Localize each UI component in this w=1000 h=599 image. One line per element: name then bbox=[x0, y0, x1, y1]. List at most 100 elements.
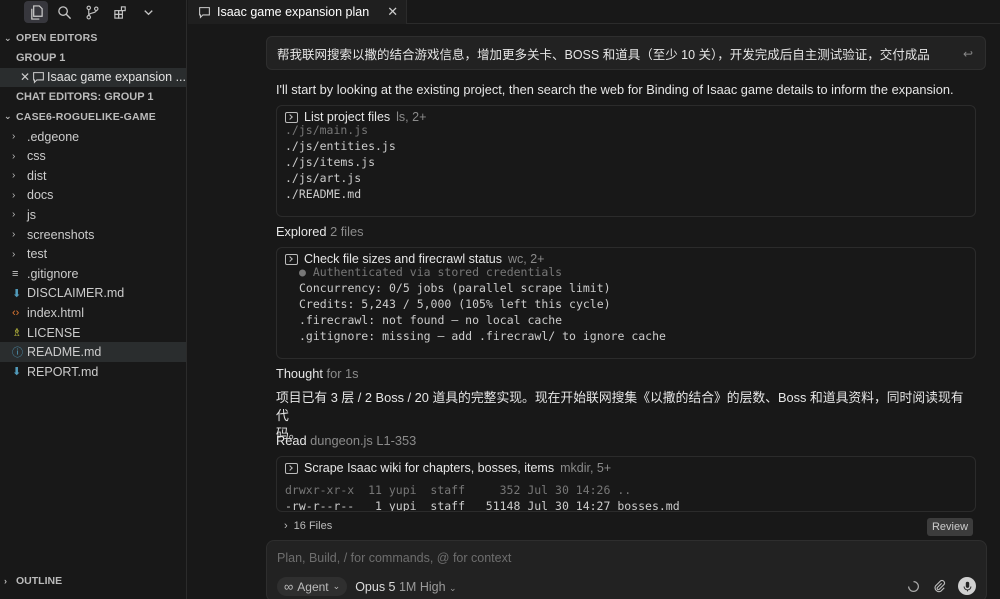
tree-item-label: .edgeone bbox=[27, 129, 80, 144]
chevron-right-icon: › bbox=[284, 520, 288, 532]
editor-group-label: GROUP 1 bbox=[16, 51, 66, 64]
chevron-down-icon: ⌄ bbox=[449, 582, 457, 593]
tree-item-label: js bbox=[27, 207, 37, 222]
tree-item-label: index.html bbox=[27, 305, 84, 320]
file-tree: › .edgeone › css › dist › docs › js › screenshots › t… bbox=[0, 127, 186, 382]
thought-line[interactable]: Thought for 1s bbox=[276, 365, 359, 383]
files-icon bbox=[30, 4, 43, 20]
chevron-down-icon: ⌄ bbox=[4, 111, 12, 122]
chevron-right-icon: › bbox=[4, 576, 7, 586]
explorer-view-button[interactable] bbox=[24, 1, 48, 23]
source-control-button[interactable] bbox=[80, 1, 104, 23]
tree-item[interactable]: › dist bbox=[0, 166, 186, 186]
tree-item[interactable]: ≡ .gitignore bbox=[0, 264, 186, 284]
search-view-button[interactable] bbox=[52, 1, 76, 23]
chevron-right-icon: › bbox=[12, 170, 16, 182]
tool-card-list-files[interactable]: List project files ls, 2+ ./js/main.js ./… bbox=[276, 105, 976, 217]
tree-item[interactable]: › css bbox=[0, 146, 186, 166]
license-person-icon: ♗ bbox=[12, 327, 22, 340]
extensions-button[interactable] bbox=[108, 1, 132, 23]
tree-item-label: screenshots bbox=[27, 227, 95, 242]
review-button[interactable]: Review bbox=[927, 518, 973, 536]
info-icon: ⓘ bbox=[12, 347, 23, 360]
more-views-button[interactable] bbox=[136, 1, 160, 23]
user-message[interactable]: 帮我联网搜索以撒的结合游戏信息，增加更多关卡、BOSS 和道具（至少 10 关）… bbox=[266, 36, 986, 70]
tab-bar: Isaac game expansion plan ✕ bbox=[188, 0, 1000, 24]
close-icon[interactable]: ✕ bbox=[20, 70, 32, 84]
chevron-down-icon: ⌄ bbox=[332, 581, 341, 591]
project-header[interactable]: ⌄ CASE6-ROGUELIKE-GAME bbox=[0, 107, 186, 127]
outline-header[interactable]: › OUTLINE bbox=[0, 571, 187, 591]
tool-output: drwxr-xr-x 11 yupi staff 352 Jul 30 14:2… bbox=[285, 483, 680, 512]
tree-item[interactable]: ⬇ REPORT.md bbox=[0, 362, 186, 382]
tree-item-label: css bbox=[27, 149, 46, 164]
chevron-right-icon: › bbox=[12, 131, 16, 143]
chevron-right-icon: › bbox=[12, 248, 16, 260]
chevron-right-icon: › bbox=[12, 229, 16, 241]
composer-actions bbox=[907, 577, 976, 595]
chat-composer[interactable]: Plan, Build, / for commands, @ for conte… bbox=[266, 540, 987, 599]
chevron-right-icon: › bbox=[12, 150, 16, 162]
tree-item-label: dist bbox=[27, 168, 47, 183]
tab-isaac-plan[interactable]: Isaac game expansion plan ✕ bbox=[188, 0, 408, 24]
markdown-arrow-icon: ⬇ bbox=[12, 287, 22, 300]
model-selector[interactable]: Opus 5 1M High ⌄ bbox=[355, 580, 456, 594]
explored-line[interactable]: Explored 2 files bbox=[276, 223, 364, 241]
tree-item-label: DISCLAIMER.md bbox=[27, 286, 125, 301]
tree-item-label: README.md bbox=[27, 345, 102, 360]
chat-bubble-icon bbox=[32, 71, 47, 84]
microphone-button[interactable] bbox=[958, 577, 976, 595]
tool-header: Scrape Isaac wiki for chapters, bosses, … bbox=[277, 457, 975, 479]
composer-controls: ∞ Agent ⌄ Opus 5 1M High ⌄ bbox=[277, 577, 457, 596]
tree-item-label: .gitignore bbox=[27, 266, 79, 281]
lines-icon: ≡ bbox=[12, 267, 19, 280]
source-control-icon bbox=[86, 5, 98, 19]
tree-item-label: docs bbox=[27, 188, 54, 203]
terminal-icon bbox=[285, 111, 298, 123]
tree-item[interactable]: ⓘ README.md bbox=[0, 342, 186, 362]
terminal-icon bbox=[285, 253, 298, 265]
tree-item[interactable]: ⬇ DISCLAIMER.md bbox=[0, 284, 186, 304]
search-icon bbox=[57, 5, 71, 19]
chevron-down-icon: ⌄ bbox=[4, 32, 12, 43]
terminal-icon bbox=[285, 462, 298, 474]
infinity-icon: ∞ bbox=[284, 579, 294, 594]
tree-item[interactable]: ‹› index.html bbox=[0, 303, 186, 323]
tree-item[interactable]: › screenshots bbox=[0, 225, 186, 245]
tree-item-label: REPORT.md bbox=[27, 364, 99, 379]
chevron-right-icon: › bbox=[12, 209, 16, 221]
changed-files-toggle[interactable]: › 16 Files bbox=[284, 520, 332, 532]
tree-item[interactable]: › docs bbox=[0, 186, 186, 206]
html-code-icon: ‹› bbox=[12, 306, 20, 319]
extensions-icon bbox=[113, 5, 126, 19]
tree-item[interactable]: ♗ LICENSE bbox=[0, 323, 186, 343]
chat-bubble-icon bbox=[199, 6, 210, 19]
open-editors-header[interactable]: ⌄ OPEN EDITORS bbox=[0, 28, 186, 48]
sidebar-toolbar bbox=[0, 0, 186, 24]
tool-card-scrape[interactable]: Scrape Isaac wiki for chapters, bosses, … bbox=[276, 456, 976, 512]
tree-item[interactable]: › test bbox=[0, 244, 186, 264]
attach-icon[interactable] bbox=[932, 579, 946, 593]
read-line[interactable]: Read dungeon.js L1-353 bbox=[276, 432, 416, 450]
tree-item-label: LICENSE bbox=[27, 325, 81, 340]
tree-item[interactable]: › .edgeone bbox=[0, 127, 186, 147]
undo-icon[interactable]: ↩ bbox=[963, 47, 973, 61]
chat-editors-label: CHAT EDITORS: GROUP 1 bbox=[16, 90, 154, 103]
loading-spinner-icon bbox=[908, 580, 919, 592]
assistant-intro: I'll start by looking at the existing pr… bbox=[276, 82, 954, 97]
chat-editor: Isaac game expansion plan ✕ 帮我联网搜索以撒的结合游… bbox=[188, 0, 1000, 599]
explorer-sidebar: ⌄ OPEN EDITORS GROUP 1 ✕ Isaac game expa… bbox=[0, 0, 187, 599]
tree-item[interactable]: › js bbox=[0, 205, 186, 225]
chevron-down-icon bbox=[143, 9, 153, 15]
microphone-icon bbox=[963, 581, 971, 591]
tool-card-check-sizes[interactable]: Check file sizes and firecrawl status wc… bbox=[276, 247, 976, 359]
composer-placeholder[interactable]: Plan, Build, / for commands, @ for conte… bbox=[277, 551, 511, 565]
markdown-arrow-icon: ⬇ bbox=[12, 366, 22, 379]
tab-close-button[interactable]: ✕ bbox=[387, 4, 398, 20]
tool-output: ● Authenticated via stored credentials Co… bbox=[299, 265, 666, 343]
tool-output: ./js/main.js ./js/entities.js ./js/items.j… bbox=[285, 123, 396, 201]
open-editor-item[interactable]: ✕ Isaac game expansion ... bbox=[0, 67, 186, 88]
chevron-right-icon: › bbox=[12, 189, 16, 201]
tree-item-label: test bbox=[27, 247, 48, 262]
mode-selector[interactable]: ∞ Agent ⌄ bbox=[277, 577, 348, 596]
